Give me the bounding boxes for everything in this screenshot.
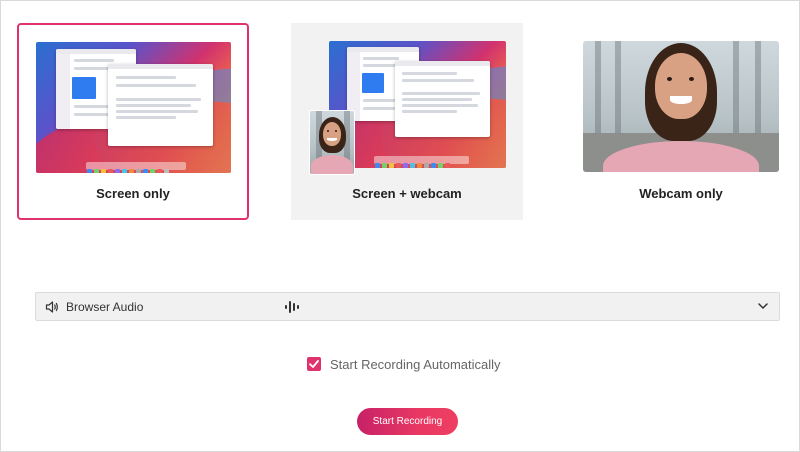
auto-start-label: Start Recording Automatically: [330, 357, 501, 372]
option-label: Screen + webcam: [352, 186, 462, 201]
audio-source-select[interactable]: Browser Audio: [35, 292, 780, 321]
option-label: Screen only: [96, 186, 170, 201]
checkmark-icon: [309, 360, 319, 368]
audio-level-icon: [285, 301, 299, 313]
option-webcam-only[interactable]: Webcam only: [565, 23, 797, 220]
option-label: Webcam only: [639, 186, 723, 201]
audio-source-label: Browser Audio: [66, 300, 144, 314]
option-screen-webcam[interactable]: Screen + webcam: [291, 23, 523, 220]
option-screen-only[interactable]: Screen only: [17, 23, 249, 220]
screen-preview-image: [36, 42, 231, 173]
chevron-down-icon: [758, 303, 768, 310]
auto-start-checkbox[interactable]: [307, 357, 321, 371]
speaker-icon: [45, 301, 58, 313]
screen-preview-image: [329, 41, 506, 168]
start-recording-button[interactable]: Start Recording: [357, 408, 458, 435]
webcam-preview-image: [583, 41, 779, 172]
webcam-overlay-image: [309, 110, 355, 175]
